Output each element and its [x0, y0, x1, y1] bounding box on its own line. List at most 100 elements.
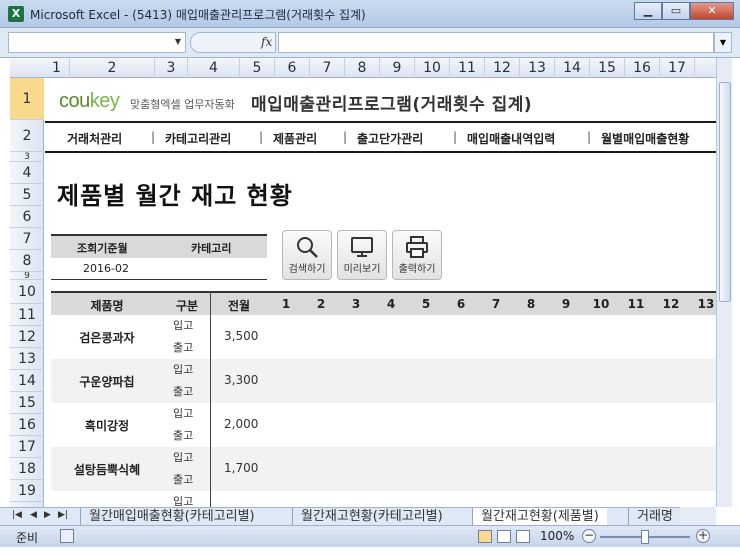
type-in: 입고	[173, 319, 194, 332]
column-header[interactable]: 12	[485, 58, 520, 78]
macro-record-icon[interactable]	[60, 529, 74, 543]
row-header[interactable]: 7	[10, 228, 44, 250]
row-header[interactable]: 13	[10, 348, 44, 370]
column-header[interactable]: 1	[44, 58, 70, 78]
row-header[interactable]: 16	[10, 414, 44, 436]
row-header[interactable]: 6	[10, 206, 44, 228]
expand-formula-icon[interactable]: ▼	[714, 32, 732, 53]
row-header[interactable]: 8	[10, 250, 44, 272]
product-name: 검은콩과자	[79, 331, 135, 345]
col-month: 10	[592, 297, 610, 311]
search-button[interactable]: 검색하기	[282, 230, 332, 280]
zoom-out-button[interactable]: −	[582, 529, 596, 543]
sheet-tab[interactable]: 월간매입매출현황(카테고리별)	[80, 508, 263, 526]
column-header[interactable]: 5	[240, 58, 275, 78]
column-header[interactable]: 2	[70, 58, 155, 78]
chevron-down-icon[interactable]: ▼	[175, 37, 181, 46]
vertical-scroll-thumb[interactable]	[719, 82, 731, 302]
prev-month-value: 1,700	[224, 461, 259, 475]
type-out: 출고	[173, 429, 194, 442]
excel-logo-icon: X	[8, 6, 24, 22]
nav-menu: 거래처관리 | 카테고리관리 | 제품관리 | 출고단가관리 | 매입매출내역입력 | 월별매입매출…	[45, 121, 716, 153]
nav-item[interactable]: 출고단가관리	[357, 130, 423, 147]
preview-button[interactable]: 미리보기	[337, 230, 387, 280]
column-header[interactable]: 11	[450, 58, 485, 78]
row-header[interactable]: 18	[10, 458, 44, 480]
column-header[interactable]: 17	[660, 58, 695, 78]
prev-sheet-icon[interactable]: ◀	[30, 510, 37, 520]
row-header[interactable]: 3	[10, 152, 44, 162]
nav-separator: |	[587, 130, 592, 144]
formula-tools: fx	[190, 32, 276, 53]
prev-month-value: 3,500	[224, 329, 259, 343]
restore-button[interactable]: ▭	[662, 2, 690, 20]
row-header[interactable]: 9	[10, 272, 44, 280]
type-out: 출고	[173, 473, 194, 486]
status-bar: 준비 100% − +	[0, 525, 740, 547]
column-header[interactable]: 9	[380, 58, 415, 78]
normal-view-icon[interactable]	[478, 530, 492, 543]
nav-item[interactable]: 월별매입매출현황	[601, 130, 689, 147]
print-button[interactable]: 출력하기	[392, 230, 442, 280]
status-ready: 준비	[16, 531, 39, 545]
column-header[interactable]: 3	[155, 58, 188, 78]
row-header[interactable]: 5	[10, 184, 44, 206]
nav-item[interactable]: 매입매출내역입력	[467, 130, 555, 147]
sheet-tab[interactable]: 거래명	[628, 508, 681, 526]
nav-item[interactable]: 카테고리관리	[165, 130, 231, 147]
type-in: 입고	[173, 451, 194, 464]
zoom-in-button[interactable]: +	[696, 529, 710, 543]
column-header[interactable]: 16	[625, 58, 660, 78]
row-header[interactable]: 10	[10, 280, 44, 304]
column-header[interactable]: 4	[188, 58, 240, 78]
worksheet[interactable]: coukey 맞춤형엑셀 업무자동화 매입매출관리프로그램(거래횟수 집계) 거…	[45, 78, 716, 510]
table-row: 설탕듬뿍식혜 입고출고 1,700	[51, 447, 716, 491]
column-header[interactable]: 10	[415, 58, 450, 78]
row-header[interactable]: 12	[10, 326, 44, 348]
zoom-level[interactable]: 100%	[540, 529, 574, 543]
function-icon[interactable]: fx	[261, 35, 272, 49]
close-button[interactable]: ✕	[690, 2, 734, 20]
col-month: 2	[316, 297, 326, 311]
column-header[interactable]: 6	[275, 58, 310, 78]
page-break-view-icon[interactable]	[516, 530, 530, 543]
brand-logo: coukey	[59, 90, 120, 112]
row-header[interactable]: 17	[10, 436, 44, 458]
column-header[interactable]: 15	[590, 58, 625, 78]
sheet-tab[interactable]: 월간재고현황(제품별)	[472, 508, 607, 526]
last-sheet-icon[interactable]: ▶|	[58, 510, 68, 520]
first-sheet-icon[interactable]: |◀	[12, 510, 22, 520]
formula-input[interactable]	[278, 32, 714, 53]
column-header[interactable]: 13	[520, 58, 555, 78]
row-header[interactable]: 1	[10, 78, 44, 120]
row-header[interactable]: 4	[10, 162, 44, 184]
nav-separator: |	[259, 130, 264, 144]
vertical-scrollbar[interactable]	[716, 58, 732, 507]
minimize-button[interactable]: ▁	[634, 2, 662, 20]
horizontal-scrollbar[interactable]	[680, 507, 716, 525]
row-header[interactable]: 11	[10, 304, 44, 326]
zoom-slider-thumb[interactable]	[641, 530, 649, 544]
type-out: 출고	[173, 385, 194, 398]
nav-item[interactable]: 제품관리	[273, 130, 317, 147]
next-sheet-icon[interactable]: ▶	[44, 510, 51, 520]
name-box[interactable]: ▼	[8, 32, 186, 53]
col-product-name: 제품명	[90, 299, 124, 313]
formula-bar: ▼ fx ▼	[0, 28, 740, 58]
row-header[interactable]: 19	[10, 480, 44, 502]
table-divider	[210, 291, 211, 510]
page-layout-view-icon[interactable]	[497, 530, 511, 543]
row-header[interactable]: 15	[10, 392, 44, 414]
sheet-tab[interactable]: 월간재고현황(카테고리별)	[292, 508, 451, 526]
brand-tagline: 맞춤형엑셀 업무자동화	[130, 98, 235, 111]
column-header[interactable]: 14	[555, 58, 590, 78]
row-header[interactable]: 14	[10, 370, 44, 392]
filter-date-value[interactable]: 2016-02	[83, 262, 129, 275]
row-header[interactable]: 2	[10, 120, 44, 152]
col-month: 8	[526, 297, 536, 311]
column-header[interactable]: 8	[345, 58, 380, 78]
col-month: 6	[456, 297, 466, 311]
column-header[interactable]: 7	[310, 58, 345, 78]
product-name: 설탕듬뿍식혜	[73, 463, 141, 477]
nav-item[interactable]: 거래처관리	[67, 130, 122, 147]
